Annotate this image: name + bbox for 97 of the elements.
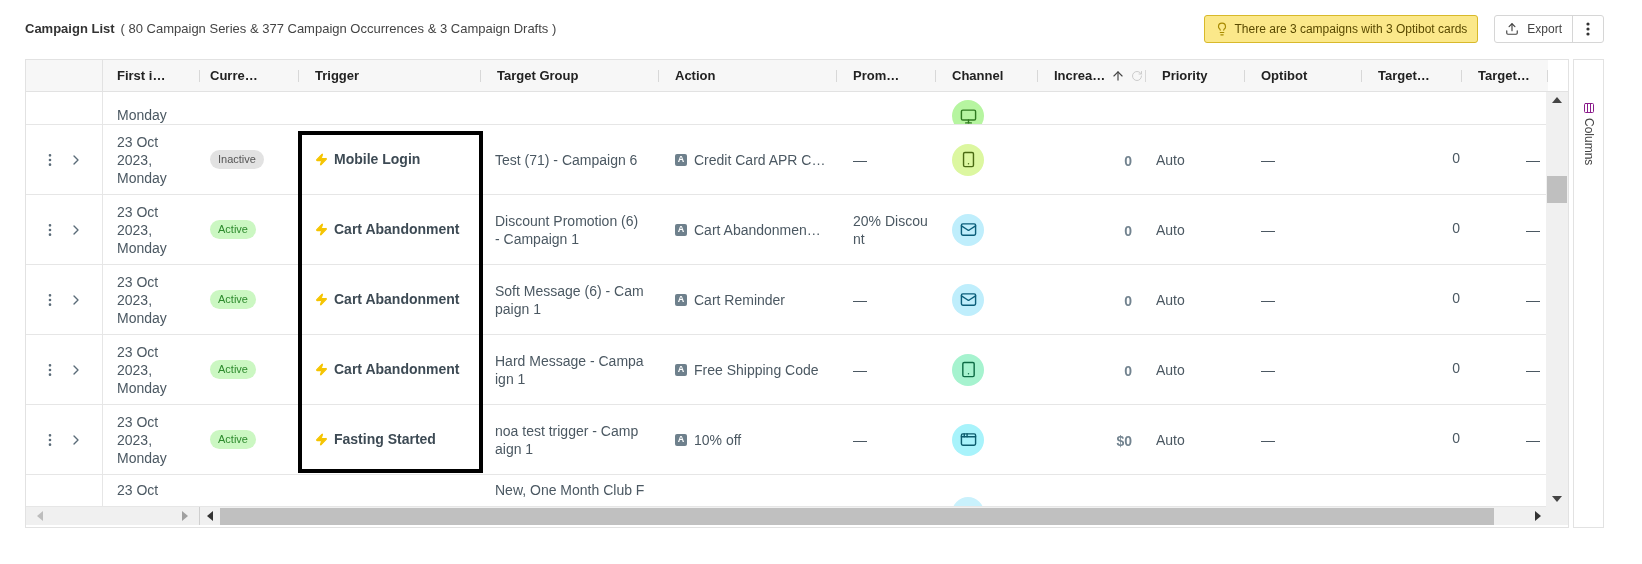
date-text: 23 Oct 2023, Monday (117, 412, 168, 467)
promotion-text: — (853, 430, 867, 449)
scrollbar-thumb[interactable] (1547, 176, 1567, 203)
target-value: 0 (1452, 358, 1460, 377)
optibot-text: — (1261, 430, 1275, 449)
column-header[interactable]: Channel (952, 65, 1004, 86)
app-window-icon (952, 423, 984, 456)
target-group-text: Soft Message (6) - Campaign 1 (495, 281, 645, 318)
status-tag: Inactive (210, 150, 264, 169)
target-group-text: Discount Promotion (6) - Campaign 1 (495, 211, 640, 248)
column-header[interactable]: Action (675, 65, 716, 86)
columns-icon (1582, 102, 1595, 114)
target-group-text: New, One Month Club F (495, 481, 645, 499)
lightning-icon (315, 293, 328, 306)
target-value: — (1526, 360, 1540, 379)
monitor-icon (952, 100, 984, 124)
increase-value: 0 (1124, 362, 1132, 381)
target-value: — (1526, 150, 1540, 169)
target-value: — (1526, 430, 1540, 449)
upload-icon (1505, 22, 1520, 36)
column-header[interactable]: Curre… (210, 65, 258, 86)
date-text: Monday (117, 106, 167, 124)
column-header[interactable]: Prom… (853, 65, 900, 86)
column-header[interactable]: Trigger (315, 65, 360, 86)
priority-text: Auto (1156, 430, 1185, 449)
target-value: 0 (1452, 148, 1460, 167)
column-header[interactable]: Priority (1162, 65, 1208, 86)
increase-value: 0 (1124, 152, 1132, 171)
sort-ascending-icon[interactable] (1111, 68, 1126, 83)
column-header[interactable]: Target… (1478, 65, 1530, 86)
kebab-menu-icon (1586, 22, 1590, 36)
trigger-text: Cart Abandonment (334, 220, 460, 239)
column-header[interactable]: Target… (1378, 65, 1430, 86)
column-header[interactable]: Optibot (1261, 65, 1308, 86)
status-tag: Active (210, 220, 256, 239)
action-text: Cart Reminder (694, 290, 786, 309)
status-tag: Active (210, 290, 256, 309)
optibot-text: — (1261, 360, 1275, 379)
priority-text: Auto (1156, 220, 1185, 239)
status-tag: Active (210, 360, 256, 379)
target-group-text: Hard Message - Campaign 1 (495, 351, 645, 388)
lightning-icon (315, 363, 328, 376)
action-text: 10% off (694, 430, 742, 449)
trigger-text: Mobile Login (334, 150, 421, 169)
optibot-text: — (1261, 220, 1275, 239)
promotion-text: — (853, 150, 867, 169)
target-value: 0 (1452, 428, 1460, 447)
lightning-icon (315, 223, 328, 236)
trigger-text: Fasting Started (334, 430, 436, 449)
column-header[interactable]: First i… (117, 65, 166, 86)
status-tag: Active (210, 430, 256, 449)
page-subtitle: ( 80 Campaign Series & 377 Campaign Occurrences & 3 Campaign Drafts ) (120, 20, 557, 39)
priority-text: Auto (1156, 360, 1185, 379)
trigger-text: Cart Abandonment (334, 290, 460, 309)
column-header[interactable]: Increa… (1054, 65, 1106, 86)
lightning-icon (315, 433, 328, 446)
optibot-text: — (1261, 290, 1275, 309)
action-text: Free Shipping Code (694, 360, 819, 379)
optibot-text: — (1261, 150, 1275, 169)
trigger-text: Cart Abandonment (334, 360, 460, 379)
action-type-badge: A (675, 293, 687, 306)
envelope-icon (952, 213, 984, 246)
action-type-badge: A (675, 363, 687, 376)
action-type-badge: A (675, 223, 687, 236)
target-value: 0 (1452, 218, 1460, 237)
tablet-icon (952, 353, 984, 386)
promotion-text: 20% Discount (853, 211, 928, 248)
increase-value: 0 (1124, 292, 1132, 311)
date-text: 23 Oct 2023, Monday (117, 342, 168, 397)
notice-banner[interactable]: There are 3 campaigns with 3 Optibot cards (1203, 15, 1479, 43)
column-header[interactable]: Target Group (497, 65, 579, 86)
notice-text: There are 3 campaigns with 3 Optibot cards (1234, 21, 1468, 38)
date-text: 23 Oct 2023, Monday (117, 272, 168, 327)
date-text: 23 Oct 2023, Monday (117, 202, 168, 257)
target-value: 0 (1452, 288, 1460, 307)
target-value: — (1526, 220, 1540, 239)
target-value: — (1526, 290, 1540, 309)
increase-value: 0 (1124, 222, 1132, 241)
promotion-text: — (853, 360, 867, 379)
envelope-icon (952, 283, 984, 316)
action-type-badge: A (675, 433, 687, 446)
priority-text: Auto (1156, 290, 1185, 309)
promotion-text: — (853, 290, 867, 309)
columns-panel-tab[interactable]: Columns (1573, 59, 1604, 528)
action-text: Credit Card APR C… (694, 150, 826, 169)
target-group-text: noa test trigger - Campaign 1 (495, 421, 640, 458)
scrollbar-thumb[interactable] (219, 507, 1494, 525)
date-text: 23 Oct 2023, Monday (117, 132, 168, 187)
priority-text: Auto (1156, 150, 1185, 169)
increase-value: $0 (1116, 432, 1132, 451)
page-title: Campaign List (25, 20, 115, 39)
smartphone-icon (952, 143, 984, 176)
action-type-badge: A (675, 153, 687, 166)
date-text: 23 Oct (117, 481, 159, 499)
lightning-icon (315, 153, 328, 166)
target-group-text: Test (71) - Campaign 6 (495, 150, 638, 169)
action-text: Cart Abandonmen… (694, 220, 821, 239)
